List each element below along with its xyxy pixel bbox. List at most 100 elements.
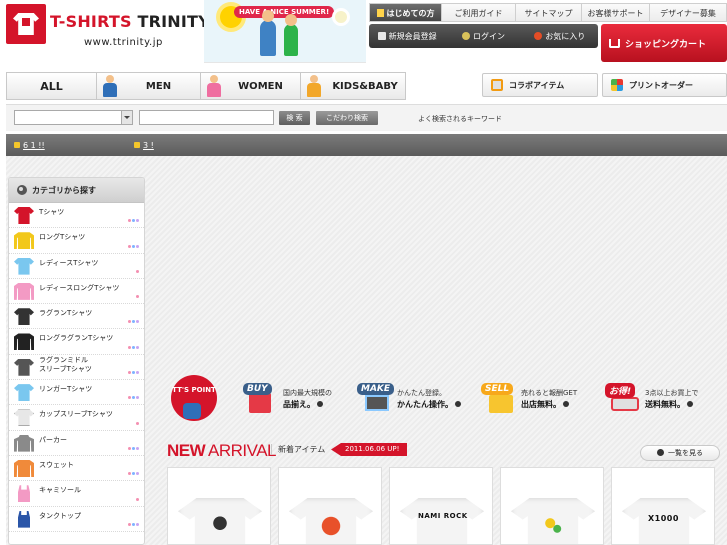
register-link[interactable]: 新規会員登録 [369, 31, 445, 42]
tab-women[interactable]: WOMEN [201, 72, 301, 100]
tt-point-badge: TT'S POINT [171, 375, 217, 421]
category-label: レディースTシャツ [39, 258, 99, 267]
tab-men[interactable]: MEN [97, 72, 201, 100]
sidebar-category-item[interactable]: レディースロングTシャツ [9, 279, 144, 305]
category-label: タンクトップ [39, 511, 81, 520]
heart-icon [534, 31, 543, 40]
flower-icon [332, 8, 350, 26]
sidebar-category-item[interactable]: パーカー [9, 431, 144, 456]
tab-kids-baby[interactable]: KIDS&BABY [301, 72, 406, 100]
cart-icon [609, 38, 620, 48]
category-sidebar: カテゴリから探す Tシャツ ロングTシャツ レディースTシャツ レディースロングTシャ… [8, 177, 145, 545]
print-design [206, 512, 234, 540]
arrow-icon [563, 401, 569, 407]
arrow-icon [657, 449, 664, 456]
sidebar-category-item[interactable]: ラグランTシャツ [9, 304, 144, 330]
color-variant-dots [136, 421, 139, 425]
color-variant-dots [128, 345, 139, 349]
news-bar: 6 1 !! 3 ! [6, 134, 727, 156]
product-card[interactable]: NAMI ROCK [389, 467, 493, 545]
news-item[interactable]: 6 1 !! [14, 141, 45, 150]
sidebar-category-item[interactable]: Tシャツ [9, 203, 144, 229]
utility-nav: はじめての方 ご利用ガイド サイトマップ お客様サポート デザイナー募集 [369, 3, 727, 22]
woman-icon [207, 75, 221, 97]
category-tabs: ALL MEN WOMEN KIDS&BABY [6, 72, 406, 100]
color-variant-dots [128, 371, 139, 375]
logo-url: www.ttrinity.jp [84, 37, 163, 48]
print-design [539, 512, 567, 540]
category-label: パーカー [39, 435, 67, 444]
sidebar-category-item[interactable]: ロングTシャツ [9, 228, 144, 254]
sidebar-category-item[interactable]: カップスリーブTシャツ [9, 405, 144, 431]
kid-illustration [260, 10, 276, 56]
sidebar-category-item[interactable]: ラグランミドル スリーブTシャツ [9, 355, 144, 381]
advanced-search-button[interactable]: こだわり検索 [316, 111, 378, 125]
category-label: ラグランTシャツ [39, 309, 93, 318]
buy-box-icon: BUY [239, 381, 281, 417]
sidebar-category-item[interactable]: スウェット [9, 456, 144, 482]
logo-name: T-SHIRTS TRINITY [50, 12, 210, 31]
product-grid: NAMI ROCK X1000 [167, 467, 727, 545]
update-date-badge: 2011.06.06 UP! [331, 443, 408, 456]
kid-illustration [284, 14, 298, 56]
news-item[interactable]: 3 ! [134, 141, 154, 150]
nav-sitemap[interactable]: サイトマップ [516, 3, 582, 22]
garment-icon [14, 257, 34, 275]
product-card[interactable] [278, 467, 382, 545]
product-card[interactable]: X1000 [611, 467, 715, 545]
point-buy[interactable]: BUY 国内最大規模の 品揃え。 [239, 381, 349, 417]
login-link[interactable]: ログイン [445, 31, 521, 42]
garment-icon [14, 358, 34, 376]
site-logo[interactable]: T-SHIRTS TRINITY www.ttrinity.jp [6, 4, 210, 56]
product-card[interactable] [167, 467, 271, 545]
garment-icon [14, 409, 34, 427]
cart-button[interactable]: ショッピングカート [601, 24, 727, 62]
collab-items-button[interactable]: コラボアイテム [482, 73, 598, 97]
point-sell[interactable]: SELL 売れると報酬GET 出店無料。 [477, 381, 597, 417]
category-label: キャミソール [39, 486, 81, 495]
garment-icon [18, 510, 30, 528]
chevron-down-icon [121, 111, 132, 124]
product-card[interactable] [500, 467, 604, 545]
favorites-link[interactable]: お気に入り [522, 31, 598, 42]
tab-all[interactable]: ALL [6, 72, 97, 100]
nav-support[interactable]: お客様サポート [582, 3, 650, 22]
tshirt-logo-icon [6, 4, 46, 44]
category-select[interactable] [14, 110, 133, 125]
bullet-icon [134, 142, 140, 148]
color-variant-dots [128, 396, 139, 400]
new-arrival-title-light: ARRIVAL [208, 441, 277, 460]
category-label: スウェット [39, 460, 74, 469]
view-all-button[interactable]: 一覧を見る [640, 445, 720, 461]
garment-icon [14, 459, 34, 477]
color-variant-dots [128, 320, 139, 324]
garment-icon [14, 308, 34, 326]
point-free-shipping[interactable]: お得! 3点以上お買上で 送料無料。 [601, 381, 727, 417]
sidebar-category-item[interactable]: ロングラグランTシャツ [9, 329, 144, 355]
point-make[interactable]: MAKE かんたん登録。 かんたん操作。 [353, 381, 463, 417]
sidebar-category-item[interactable]: リンガーTシャツ [9, 380, 144, 406]
site-header: T-SHIRTS TRINITY www.ttrinity.jp HAVE A … [0, 0, 727, 72]
beginner-icon [376, 9, 384, 17]
search-button[interactable]: 検 索 [279, 111, 310, 125]
new-arrival-header: NEW ARRIVAL 新着アイテム 2011.06.06 UP! 一覧を見る [167, 440, 727, 462]
nav-guide[interactable]: ご利用ガイド [442, 3, 516, 22]
summer-banner[interactable]: HAVE A NICE SUMMER! [204, 0, 366, 63]
color-variant-dots [128, 219, 139, 223]
category-label: Tシャツ [39, 208, 65, 216]
kid-icon [307, 75, 321, 97]
print-order-button[interactable]: プリントオーダー [602, 73, 727, 97]
register-icon [377, 31, 386, 40]
nav-first-time[interactable]: はじめての方 [369, 3, 442, 22]
sidebar-category-item[interactable]: レディースTシャツ [9, 254, 144, 279]
sidebar-category-item[interactable]: タンクトップ [9, 507, 144, 532]
new-arrival-title: NEW [167, 441, 206, 460]
color-variant-dots [136, 269, 139, 273]
nav-designer-recruit[interactable]: デザイナー募集 [650, 3, 727, 22]
sidebar-category-item[interactable]: キャミソール [9, 481, 144, 507]
bullet-icon [14, 142, 20, 148]
man-icon [103, 75, 117, 97]
search-input[interactable] [139, 110, 274, 125]
garment-icon [14, 333, 34, 351]
garment-icon [18, 485, 30, 503]
